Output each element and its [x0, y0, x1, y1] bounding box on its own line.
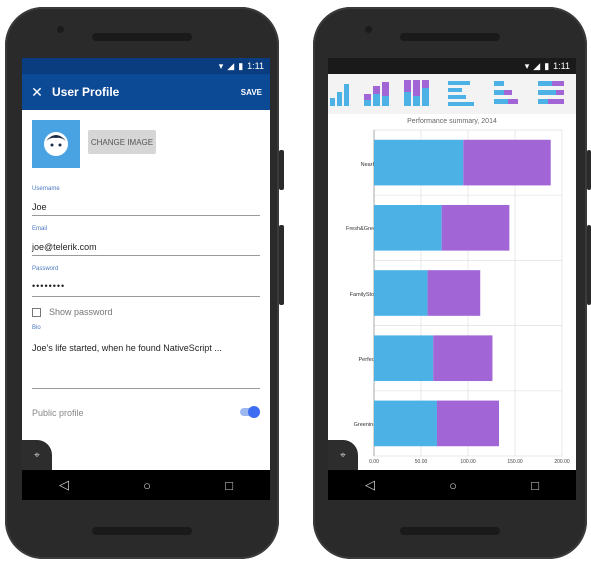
username-field[interactable]: Joe	[32, 202, 47, 212]
bar-segment-fresh-green-series-2[interactable]	[441, 204, 510, 251]
right-screen: ▾ ◢ ▮ 1:11 Performance summary, 2014 Nea…	[328, 58, 576, 500]
bio-label: Bio	[32, 325, 41, 331]
front-camera	[57, 26, 64, 33]
bar-segment-familystore-series-2[interactable]	[427, 270, 481, 316]
signal-icon: ◢	[227, 60, 235, 71]
bio-underline	[32, 388, 260, 389]
left-screen: ▾ ◢ ▮ 1:11 ✕ User Profile SAVE CHANGE IM…	[22, 58, 270, 500]
power-button[interactable]	[587, 150, 591, 190]
bar-segment-familystore-series-1[interactable]	[374, 270, 428, 316]
bar-segment-fresh-green-series-1[interactable]	[374, 204, 442, 251]
x-tick-label: 200.00	[554, 459, 570, 465]
page-title: User Profile	[52, 85, 120, 99]
volume-button[interactable]	[587, 225, 591, 305]
bar-segment-perfecto-series-1[interactable]	[374, 335, 434, 382]
app-bar: ✕ User Profile SAVE	[22, 74, 270, 110]
bio-field[interactable]: Joe's life started, when he found Native…	[32, 343, 222, 353]
x-tick-label: 100.00	[460, 459, 476, 465]
show-password-label: Show password	[49, 307, 113, 317]
status-time: 1:11	[247, 61, 264, 71]
nav-bar: ◁ ○ □	[328, 470, 576, 500]
show-password-checkbox[interactable]	[32, 308, 41, 317]
power-button[interactable]	[279, 150, 284, 190]
avatar-face-icon	[44, 132, 68, 156]
inspector-icon[interactable]: ⌖	[22, 440, 52, 470]
bar-segment-nearby-series-1[interactable]	[374, 139, 464, 186]
bottom-speaker-grille	[400, 527, 500, 535]
front-camera	[365, 26, 372, 33]
password-field[interactable]: ••••••••	[32, 281, 65, 291]
password-label: Password	[32, 266, 59, 272]
close-icon[interactable]: ✕	[22, 84, 52, 101]
bar-segment-greenings-series-2[interactable]	[436, 400, 500, 447]
email-field[interactable]: joe@telerik.com	[32, 242, 97, 252]
email-label: Email	[32, 226, 48, 232]
speaker-grille	[400, 33, 500, 41]
speaker-grille	[92, 33, 192, 41]
x-tick-label: 0.00	[369, 459, 379, 465]
bottom-speaker-grille	[92, 527, 192, 535]
volume-button[interactable]	[279, 225, 284, 305]
public-profile-switch-knob[interactable]	[248, 406, 260, 418]
home-icon[interactable]: ○	[449, 478, 457, 493]
recents-icon[interactable]: □	[531, 478, 539, 493]
back-icon[interactable]: ◁	[365, 477, 375, 493]
back-icon[interactable]: ◁	[59, 477, 69, 493]
wifi-icon: ▾	[218, 60, 224, 71]
public-profile-label: Public profile	[32, 408, 84, 418]
username-label: Username	[32, 186, 60, 192]
status-bar: ▾ ◢ ▮ 1:11	[22, 58, 270, 74]
bar-segment-perfecto-series-2[interactable]	[433, 335, 493, 382]
battery-icon: ▮	[238, 60, 244, 71]
performance-chart	[373, 129, 563, 457]
bar-segment-nearby-series-2[interactable]	[463, 139, 551, 186]
username-underline	[32, 215, 260, 216]
inspector-icon[interactable]: ⌖	[328, 440, 358, 470]
save-button[interactable]: SAVE	[241, 88, 270, 97]
nav-bar: ◁ ○ □	[22, 470, 270, 500]
password-underline	[32, 296, 260, 297]
x-tick-label: 50.00	[414, 459, 428, 465]
change-image-button[interactable]: CHANGE IMAGE	[88, 130, 156, 154]
avatar[interactable]	[32, 120, 80, 168]
home-icon[interactable]: ○	[143, 478, 151, 493]
bar-segment-greenings-series-1[interactable]	[374, 400, 437, 447]
email-underline	[32, 255, 260, 256]
x-tick-label: 150.00	[507, 459, 523, 465]
recents-icon[interactable]: □	[225, 478, 233, 493]
